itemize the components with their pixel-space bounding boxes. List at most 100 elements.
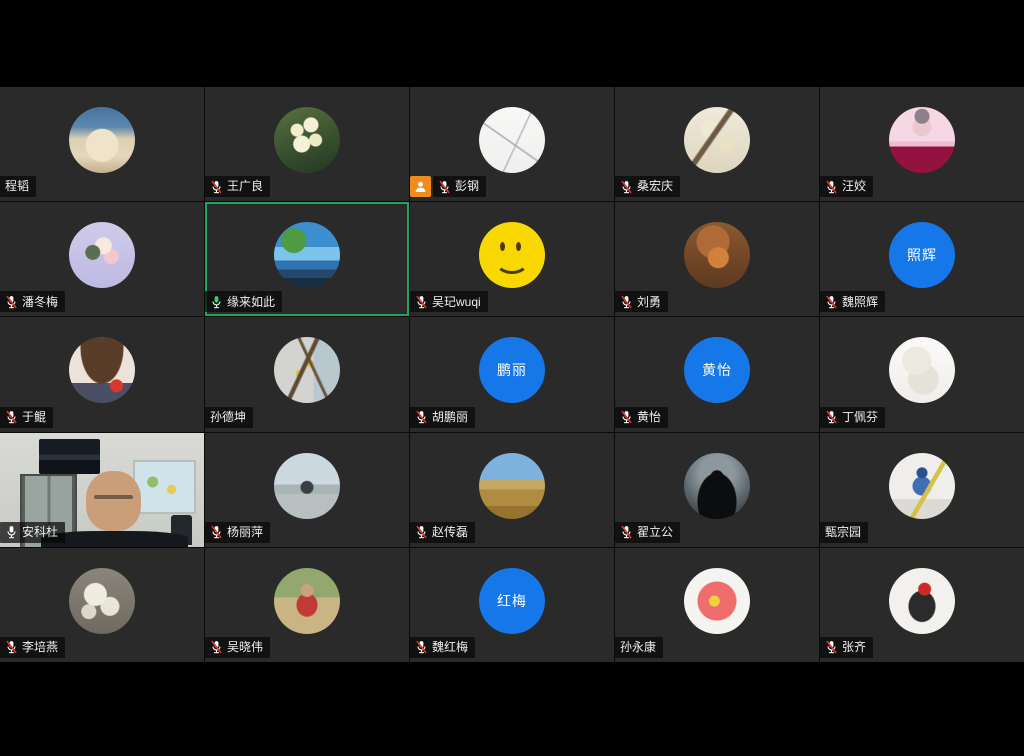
participant-label-row: 甄宗园 (820, 522, 868, 543)
mic-icon (415, 295, 428, 309)
participant-tile[interactable]: 刘勇 (615, 202, 819, 316)
participant-label-row: 魏红梅 (410, 637, 475, 658)
participant-name: 丁佩芬 (842, 410, 878, 424)
participant-name-label: 缘来如此 (205, 291, 282, 312)
participant-tile[interactable]: 黄怡 黄怡 (615, 317, 819, 431)
participant-name: 安科杜 (22, 525, 58, 539)
participant-avatar (889, 453, 955, 519)
meeting-gallery: 程韬 王广良 (0, 87, 1024, 662)
participant-name: 潘冬梅 (22, 295, 58, 309)
participant-avatar (69, 222, 135, 288)
participant-name: 孙永康 (620, 640, 656, 654)
participant-avatar (274, 568, 340, 634)
participant-tile[interactable]: 杨丽萍 (205, 433, 409, 547)
participant-avatar (69, 107, 135, 173)
participant-name: 甄宗园 (825, 525, 861, 539)
participant-name: 翟立公 (637, 525, 673, 539)
mic-icon (210, 640, 223, 654)
participant-tile[interactable]: 于鲲 (0, 317, 204, 431)
participant-tile[interactable]: 赵传磊 (410, 433, 614, 547)
participant-name: 汪姣 (842, 179, 866, 193)
participant-name-label: 刘勇 (615, 291, 668, 312)
mic-icon (825, 640, 838, 654)
participant-label-row: 黄怡 (615, 407, 668, 428)
participant-tile[interactable]: 照辉 魏照辉 (820, 202, 1024, 316)
participant-name: 缘来如此 (227, 295, 275, 309)
participant-avatar (479, 107, 545, 173)
participant-name: 于鲲 (22, 410, 46, 424)
participant-name: 吴晓伟 (227, 640, 263, 654)
participant-tile[interactable]: 孙德坤 (205, 317, 409, 431)
participant-avatar (684, 568, 750, 634)
participant-avatar (274, 107, 340, 173)
participant-name: 张齐 (842, 640, 866, 654)
mic-icon (5, 640, 18, 654)
participant-avatar (889, 338, 955, 404)
participant-name-label: 赵传磊 (410, 522, 475, 543)
participant-name-label: 张齐 (820, 637, 873, 658)
participant-tile[interactable]: 红梅 魏红梅 (410, 548, 614, 662)
participant-tile[interactable]: 吴晓伟 (205, 548, 409, 662)
participant-tile[interactable]: 甄宗园 (820, 433, 1024, 547)
mic-icon (415, 640, 428, 654)
participant-avatar (889, 107, 955, 173)
participant-tile[interactable]: 鹏丽 胡鹏丽 (410, 317, 614, 431)
participant-tile[interactable]: 程韬 (0, 87, 204, 201)
participant-label-row: 刘勇 (615, 291, 668, 312)
mic-icon (620, 295, 633, 309)
participant-tile[interactable]: 孙永康 (615, 548, 819, 662)
participant-tile[interactable]: 翟立公 (615, 433, 819, 547)
mic-icon (438, 180, 451, 194)
participant-name: 魏照辉 (842, 295, 878, 309)
participant-name-label: 程韬 (0, 176, 36, 197)
participant-avatar (69, 338, 135, 404)
participant-name-label: 翟立公 (615, 522, 680, 543)
participant-name-label: 丁佩芬 (820, 407, 885, 428)
participant-name: 孙德坤 (210, 410, 246, 424)
participant-label-row: 翟立公 (615, 522, 680, 543)
participant-label-row: 程韬 (0, 176, 36, 197)
participant-tile[interactable]: 李培燕 (0, 548, 204, 662)
participant-avatar (889, 568, 955, 634)
participant-label-row: 丁佩芬 (820, 407, 885, 428)
mic-icon (825, 180, 838, 194)
participant-name-label: 潘冬梅 (0, 291, 65, 312)
participant-avatar (274, 453, 340, 519)
participant-name: 胡鹏丽 (432, 410, 468, 424)
participant-tile[interactable]: 汪姣 (820, 87, 1024, 201)
participant-avatar: 黄怡 (684, 338, 750, 404)
participant-name: 李培燕 (22, 640, 58, 654)
mic-icon (620, 525, 633, 539)
participant-tile[interactable]: 吴玘wuqi (410, 202, 614, 316)
participant-tile[interactable]: 安科杜 (0, 433, 204, 547)
mic-icon (415, 410, 428, 424)
participant-tile[interactable]: 张齐 (820, 548, 1024, 662)
participant-label-row: 李培燕 (0, 637, 65, 658)
webcam-equipment (39, 439, 100, 473)
participant-name: 吴玘wuqi (432, 295, 481, 309)
person-badge-icon (410, 176, 431, 197)
participant-label-row: 桑宏庆 (615, 176, 680, 197)
participant-tile[interactable]: 缘来如此 (205, 202, 409, 316)
participant-avatar (684, 107, 750, 173)
participant-label-row: 赵传磊 (410, 522, 475, 543)
mic-icon (620, 180, 633, 194)
mic-icon (825, 410, 838, 424)
participant-label-row: 彭钢 (410, 176, 486, 197)
mic-icon (5, 295, 18, 309)
participant-name: 黄怡 (637, 410, 661, 424)
participant-label-row: 安科杜 (0, 522, 65, 543)
participant-tile[interactable]: 王广良 (205, 87, 409, 201)
participant-name: 王广良 (227, 179, 263, 193)
participant-tile[interactable]: 丁佩芬 (820, 317, 1024, 431)
participant-tile[interactable]: 桑宏庆 (615, 87, 819, 201)
participant-label-row: 于鲲 (0, 407, 53, 428)
mic-icon (825, 295, 838, 309)
participant-tile[interactable]: 彭钢 (410, 87, 614, 201)
participant-name-label: 王广良 (205, 176, 270, 197)
participant-label-row: 汪姣 (820, 176, 873, 197)
participant-name: 程韬 (5, 179, 29, 193)
participant-label-row: 王广良 (205, 176, 270, 197)
participant-tile[interactable]: 潘冬梅 (0, 202, 204, 316)
participant-label-row: 张齐 (820, 637, 873, 658)
